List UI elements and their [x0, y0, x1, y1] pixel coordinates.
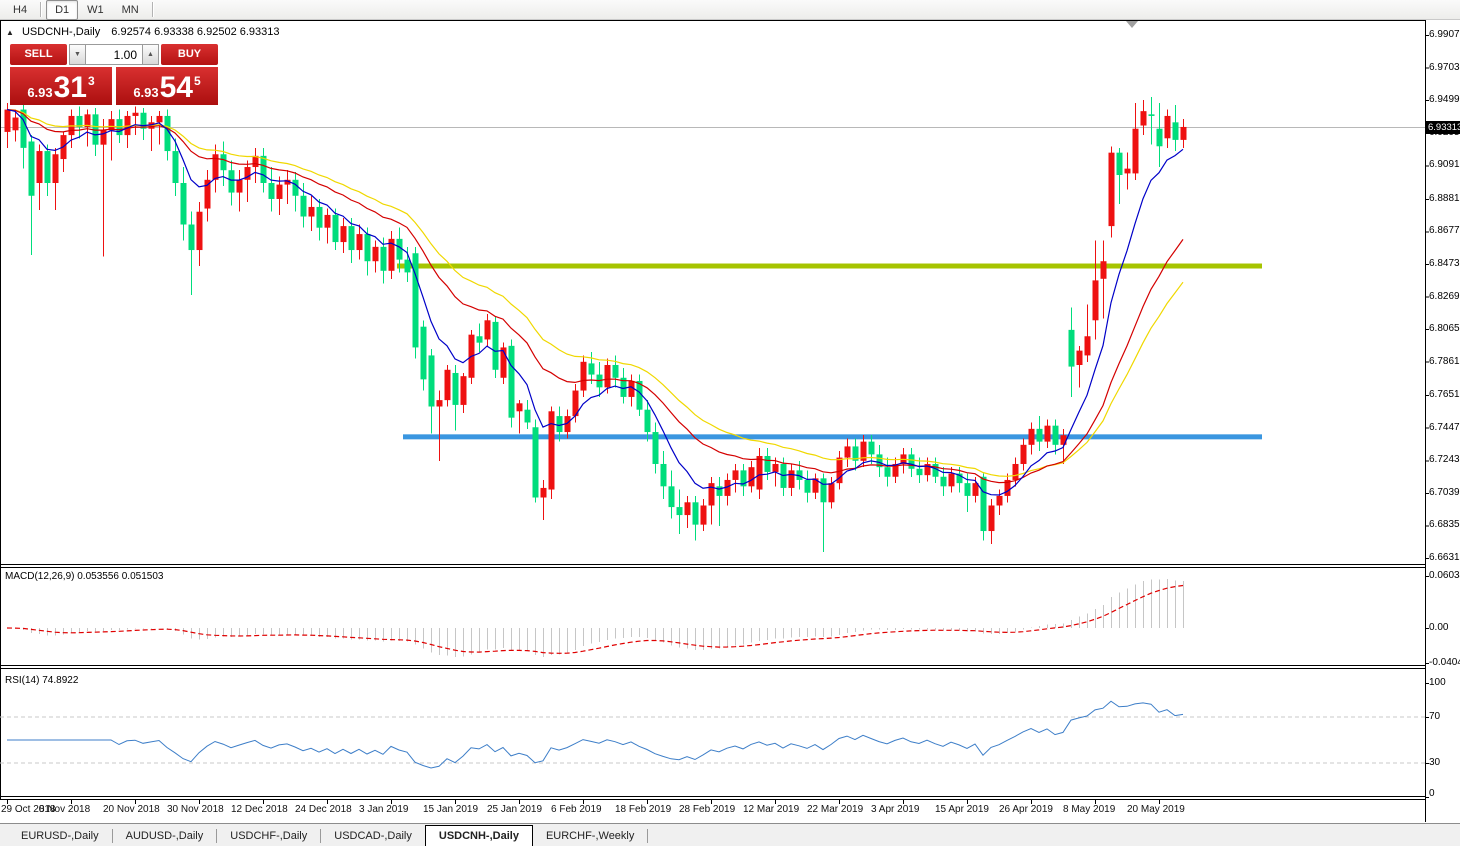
date-axis-label: 3 Jan 2019 [359, 804, 409, 815]
one-click-trading-widget: SELL ▼ ▲ BUY 6.93 31 3 6.93 54 5 [10, 44, 218, 105]
chart-tabs-bar: EURUSD-,Daily AUDUSD-,Daily USDCHF-,Daily U… [0, 823, 1460, 846]
timeframe-w1-button[interactable]: W1 [78, 0, 113, 20]
volume-up-button[interactable]: ▲ [142, 44, 159, 65]
volume-input[interactable] [86, 44, 142, 65]
rsi-axis: 100 70 30 0 [1429, 20, 1460, 823]
rsi-axis-label: 30 [1429, 757, 1441, 768]
buy-price-prefix: 6.93 [133, 85, 159, 100]
rsi-axis-label: 70 [1429, 711, 1441, 722]
sell-price-pip: 3 [88, 74, 95, 88]
date-axis-label: 6 Feb 2019 [551, 804, 602, 815]
buy-price-display[interactable]: 6.93 54 5 [116, 67, 218, 105]
date-axis[interactable]: 29 Oct 2018 8 Nov 2018 20 Nov 2018 30 Nov 2… [0, 800, 1425, 822]
timeframe-mn-button[interactable]: MN [113, 0, 148, 20]
date-axis-label: 28 Feb 2019 [679, 804, 736, 815]
chart-tab-usdchf[interactable]: USDCHF-,Daily [217, 827, 320, 846]
chart-tab-eurchf[interactable]: EURCHF-,Weekly [533, 827, 647, 846]
current-price-tag: 6.93313 [1425, 121, 1460, 134]
date-axis-label: 8 May 2019 [1063, 804, 1116, 815]
chart-ohlc-values: 6.92574 6.93338 6.92502 6.93313 [111, 26, 280, 38]
rsi-axis-label: 0 [1429, 788, 1435, 799]
rsi-axis-label: 100 [1429, 677, 1446, 688]
chart-tab-audusd[interactable]: AUDUSD-,Daily [113, 827, 217, 846]
date-axis-label: 24 Dec 2018 [295, 804, 352, 815]
date-axis-label: 12 Dec 2018 [231, 804, 288, 815]
chart-area: ▲ USDCNH-,Daily 6.92574 6.93338 6.92502 … [0, 20, 1460, 823]
volume-down-button[interactable]: ▼ [69, 44, 86, 65]
chart-shift-marker-icon [1126, 21, 1138, 28]
date-axis-label: 3 Apr 2019 [871, 804, 920, 815]
date-axis-label: 25 Jan 2019 [487, 804, 543, 815]
date-axis-label: 12 Mar 2019 [743, 804, 800, 815]
sell-button[interactable]: SELL [10, 44, 67, 65]
chart-tab-usdcad[interactable]: USDCAD-,Daily [321, 827, 425, 846]
rsi-indicator-label: RSI(14) 74.8922 [5, 675, 79, 686]
chart-symbol-label: USDCNH-,Daily [21, 26, 101, 38]
date-axis-label: 22 Mar 2019 [807, 804, 864, 815]
toolbar-separator [151, 2, 154, 17]
date-axis-label: 20 May 2019 [1127, 804, 1185, 815]
chart-tab-eurusd[interactable]: EURUSD-,Daily [8, 827, 112, 846]
buy-price-main: 54 [159, 71, 193, 104]
toolbar-separator [40, 2, 43, 17]
date-axis-label: 20 Nov 2018 [103, 804, 160, 815]
date-axis-label: 30 Nov 2018 [167, 804, 224, 815]
macd-indicator-label: MACD(12,26,9) 0.053556 0.051503 [5, 571, 164, 582]
tab-separator [647, 829, 649, 843]
chart-title: ▲ USDCNH-,Daily 6.92574 6.93338 6.92502 … [6, 26, 280, 38]
one-click-collapse-arrow-icon[interactable]: ▲ [6, 28, 14, 37]
timeframe-d1-button[interactable]: D1 [46, 0, 79, 20]
date-axis-label: 15 Jan 2019 [423, 804, 479, 815]
sell-price-display[interactable]: 6.93 31 3 [10, 67, 112, 105]
sell-price-main: 31 [53, 71, 87, 104]
buy-price-pip: 5 [194, 74, 201, 88]
date-axis-label: 18 Feb 2019 [615, 804, 672, 815]
buy-button[interactable]: BUY [161, 44, 218, 65]
sell-price-prefix: 6.93 [27, 85, 53, 100]
trading-platform-window: H4 D1 W1 MN ▲ USDCNH-,Daily 6.92574 6.93… [0, 0, 1460, 846]
price-chart-canvas[interactable] [0, 20, 1460, 823]
date-axis-label: 26 Apr 2019 [999, 804, 1053, 815]
timeframe-toolbar: H4 D1 W1 MN [0, 0, 1460, 20]
timeframe-h4-button[interactable]: H4 [4, 0, 36, 20]
date-axis-label: 15 Apr 2019 [935, 804, 989, 815]
chart-tab-usdcnh[interactable]: USDCNH-,Daily [424, 825, 533, 846]
date-axis-label: 8 Nov 2018 [39, 804, 91, 815]
